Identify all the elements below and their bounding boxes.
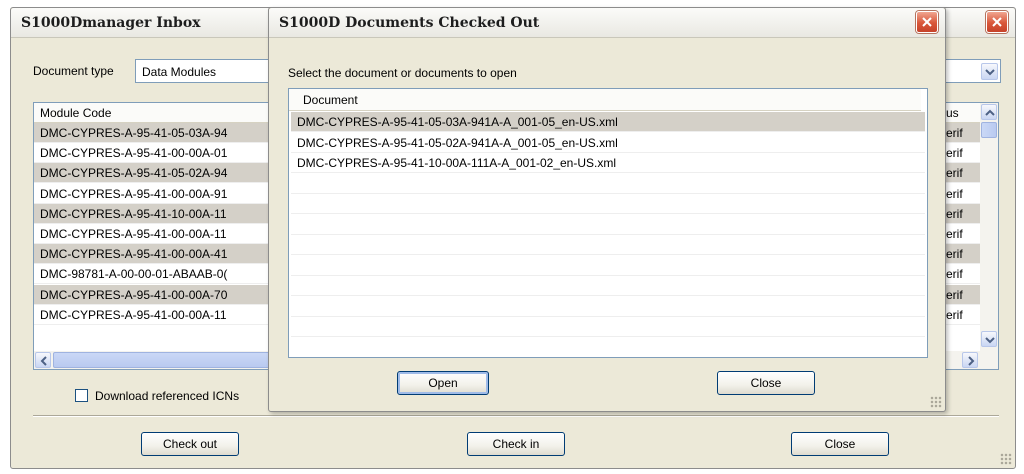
document-row[interactable]: DMC-CYPRES-A-95-41-05-02A-941A-A_001-05_… [291, 133, 925, 153]
module-code-header[interactable]: Module Code [40, 106, 111, 120]
module-status: erif [946, 307, 963, 322]
module-code: DMC-CYPRES-A-95-41-05-03A-94 [40, 126, 228, 140]
module-status: erif [946, 287, 963, 302]
checked-out-dialog: S1000D Documents Checked Out Select the … [268, 7, 946, 412]
module-code: DMC-CYPRES-A-95-41-00-00A-11 [40, 307, 227, 322]
scroll-thumb[interactable] [981, 122, 997, 138]
scroll-right-button[interactable] [962, 352, 978, 368]
doctype-dropdown-button[interactable] [981, 63, 998, 80]
module-status: erif [946, 166, 963, 181]
dialog-close-button[interactable]: Close [717, 371, 815, 395]
inbox-divider [33, 415, 999, 417]
inbox-close-button[interactable]: Close [791, 432, 889, 456]
module-status: erif [946, 227, 963, 241]
check-in-button[interactable]: Check in [467, 432, 565, 456]
module-code: DMC-CYPRES-A-95-41-05-02A-94 [40, 166, 228, 181]
hscroll-thumb[interactable] [53, 352, 293, 368]
module-status: erif [946, 267, 963, 282]
empty-row [291, 174, 925, 194]
empty-row [291, 235, 925, 255]
open-button[interactable]: Open [397, 371, 489, 395]
empty-row [291, 297, 925, 317]
doctype-value: Data Modules [142, 65, 217, 79]
scroll-up-button[interactable] [981, 104, 997, 120]
document-filename: DMC-CYPRES-A-95-41-05-03A-941A-A_001-05_… [297, 115, 618, 129]
dialog-close-icon[interactable] [916, 11, 938, 33]
dialog-resize-grip[interactable] [930, 396, 942, 408]
module-code: DMC-CYPRES-A-95-41-10-00A-11 [40, 206, 227, 221]
dialog-titlebar[interactable]: S1000D Documents Checked Out [269, 8, 945, 38]
module-code: DMC-CYPRES-A-95-41-00-00A-91 [40, 186, 228, 201]
document-list-header[interactable]: Document [289, 89, 921, 111]
module-status: erif [946, 146, 963, 161]
empty-row [291, 338, 925, 357]
module-status: erif [946, 206, 963, 221]
status-header[interactable]: us [946, 106, 959, 120]
inbox-resize-grip[interactable] [1000, 453, 1012, 465]
module-code: DMC-CYPRES-A-95-41-00-00A-11 [40, 227, 227, 241]
dialog-title: S1000D Documents Checked Out [279, 15, 540, 31]
dialog-instruction: Select the document or documents to open [288, 66, 517, 80]
module-list-vscrollbar[interactable] [980, 103, 998, 351]
scroll-down-button[interactable] [981, 331, 997, 347]
document-row[interactable]: DMC-CYPRES-A-95-41-05-03A-941A-A_001-05_… [291, 112, 925, 132]
inbox-close-icon[interactable] [986, 11, 1008, 33]
download-icns-checkbox[interactable] [75, 389, 88, 402]
download-icns-label[interactable]: Download referenced ICNs [95, 389, 239, 403]
empty-row [291, 194, 925, 214]
empty-row [291, 317, 925, 337]
document-row[interactable]: DMC-CYPRES-A-95-41-10-00A-111A-A_001-02_… [291, 153, 925, 173]
module-code: DMC-CYPRES-A-95-41-00-00A-01 [40, 146, 228, 161]
document-list[interactable]: Document DMC-CYPRES-A-95-41-05-03A-941A-… [288, 88, 928, 358]
document-list-rows: DMC-CYPRES-A-95-41-05-03A-941A-A_001-05_… [291, 112, 925, 357]
document-filename: DMC-CYPRES-A-95-41-10-00A-111A-A_001-02_… [297, 156, 617, 170]
check-out-button[interactable]: Check out [141, 432, 239, 456]
module-status: erif [946, 186, 963, 201]
module-code: DMC-CYPRES-A-95-41-00-00A-70 [40, 287, 228, 302]
module-status: erif [946, 247, 963, 262]
empty-row [291, 256, 925, 276]
document-filename: DMC-CYPRES-A-95-41-05-02A-941A-A_001-05_… [297, 135, 618, 150]
empty-row [291, 276, 925, 296]
scroll-left-button[interactable] [35, 352, 51, 368]
module-status: erif [946, 126, 963, 140]
inbox-title: S1000Dmanager Inbox [21, 15, 201, 31]
document-header: Document [303, 93, 358, 107]
module-code: DMC-98781-A-00-00-01-ABAAB-0( [40, 267, 228, 282]
empty-row [291, 215, 925, 235]
module-code: DMC-CYPRES-A-95-41-00-00A-41 [40, 247, 228, 262]
doctype-label: Document type [33, 64, 114, 78]
